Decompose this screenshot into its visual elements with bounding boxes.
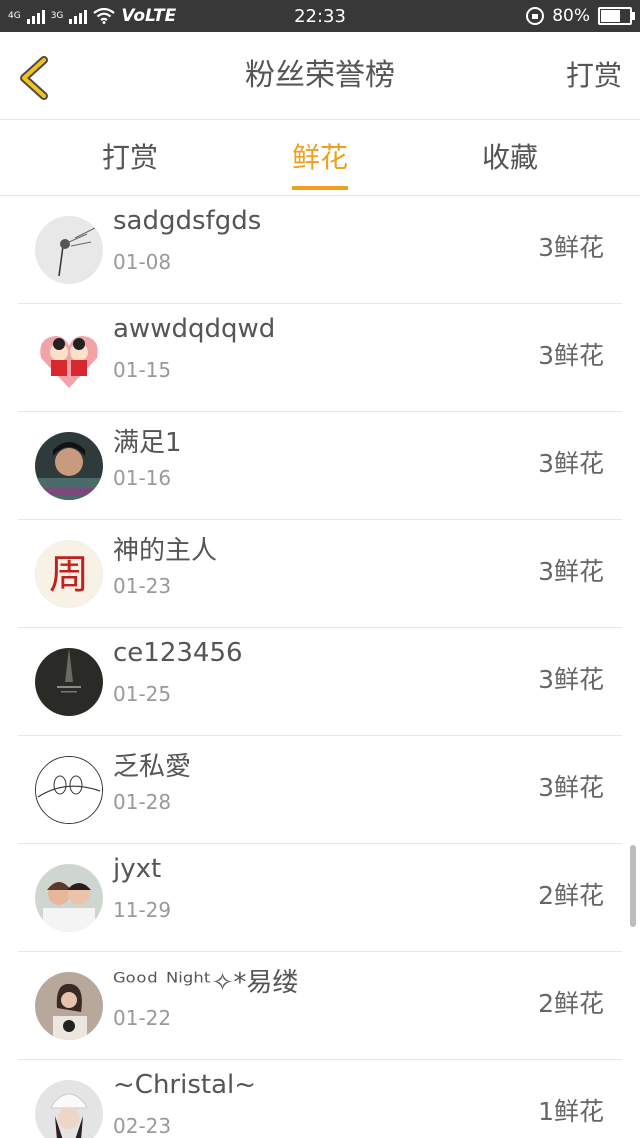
- flower-count: 3鲜花: [538, 665, 604, 694]
- date: 01-08: [113, 250, 172, 274]
- page-title: 粉丝荣誉榜: [245, 57, 395, 93]
- user-name: 满足1: [113, 428, 182, 458]
- flower-count: 1鲜花: [538, 1097, 604, 1126]
- user-name: sadgdsfgds: [113, 206, 262, 236]
- avatar: [35, 756, 103, 824]
- avatar: [35, 648, 103, 716]
- avatar: [35, 432, 103, 500]
- flower-count: 3鲜花: [538, 449, 604, 478]
- list-item[interactable]: 满足1 01-16 3鲜花: [18, 412, 622, 520]
- list-item[interactable]: ce123456 01-25 3鲜花: [18, 628, 622, 736]
- tab-flowers[interactable]: 鲜花: [260, 120, 380, 196]
- tab-bar: 打赏 鲜花 收藏: [0, 120, 640, 196]
- flower-count: 2鲜花: [538, 989, 604, 1018]
- date: 01-25: [113, 682, 172, 706]
- date: 01-28: [113, 790, 172, 814]
- tab-reward[interactable]: 打赏: [70, 120, 190, 196]
- date: 01-23: [113, 574, 172, 598]
- user-name: 神的主人: [113, 536, 218, 566]
- tab-label: 收藏: [481, 141, 538, 174]
- app-header: 粉丝荣誉榜 打赏: [0, 32, 640, 120]
- status-bar: 4G 3G VoLTE 22:33 80%: [0, 0, 640, 32]
- reward-button[interactable]: 打赏: [566, 32, 622, 120]
- avatar: 周: [35, 540, 103, 608]
- fan-ranking-list: sadgdsfgds 01-08 3鲜花 awwdqdqwd 01-15 3鲜花…: [0, 196, 640, 1138]
- active-tab-indicator: [292, 186, 348, 190]
- date: 01-15: [113, 358, 172, 382]
- date: 11-29: [113, 898, 172, 922]
- user-name: ᴳᵒᵒᵈ ᴺⁱᵍʰᵗ✧*易缕: [113, 968, 299, 998]
- user-name: ce123456: [113, 638, 243, 668]
- date: 02-23: [113, 1114, 172, 1138]
- list-item[interactable]: 周 神的主人 01-23 3鲜花: [18, 520, 622, 628]
- avatar-glyph: 周: [49, 552, 89, 598]
- avatar: [35, 864, 103, 932]
- flower-count: 3鲜花: [538, 557, 604, 586]
- flower-count: 3鲜花: [538, 341, 604, 370]
- user-name: 乏私愛: [113, 752, 192, 782]
- flower-count: 2鲜花: [538, 881, 604, 910]
- date: 01-22: [113, 1006, 172, 1030]
- tab-label: 打赏: [101, 141, 158, 174]
- user-name: ~Christal~: [113, 1070, 257, 1100]
- tab-favorites[interactable]: 收藏: [450, 120, 570, 196]
- battery-icon: [598, 7, 635, 25]
- list-item[interactable]: 乏私愛 01-28 3鲜花: [18, 736, 622, 844]
- list-item[interactable]: awwdqdqwd 01-15 3鲜花: [18, 304, 622, 412]
- tab-label: 鲜花: [291, 141, 348, 174]
- list-item[interactable]: jyxt 11-29 2鲜花: [18, 844, 622, 952]
- avatar: [35, 216, 103, 284]
- flower-count: 3鲜花: [538, 233, 604, 262]
- avatar: [35, 1080, 103, 1138]
- date: 01-16: [113, 466, 172, 490]
- user-name: awwdqdqwd: [113, 314, 276, 344]
- list-item[interactable]: sadgdsfgds 01-08 3鲜花: [18, 196, 622, 304]
- scrollbar[interactable]: [630, 845, 636, 927]
- user-name: jyxt: [113, 854, 162, 884]
- flower-count: 3鲜花: [538, 773, 604, 802]
- avatar: [35, 324, 103, 392]
- list-item[interactable]: ~Christal~ 02-23 1鲜花: [18, 1060, 622, 1138]
- list-item[interactable]: ᴳᵒᵒᵈ ᴺⁱᵍʰᵗ✧*易缕 01-22 2鲜花: [18, 952, 622, 1060]
- avatar: [35, 972, 103, 1040]
